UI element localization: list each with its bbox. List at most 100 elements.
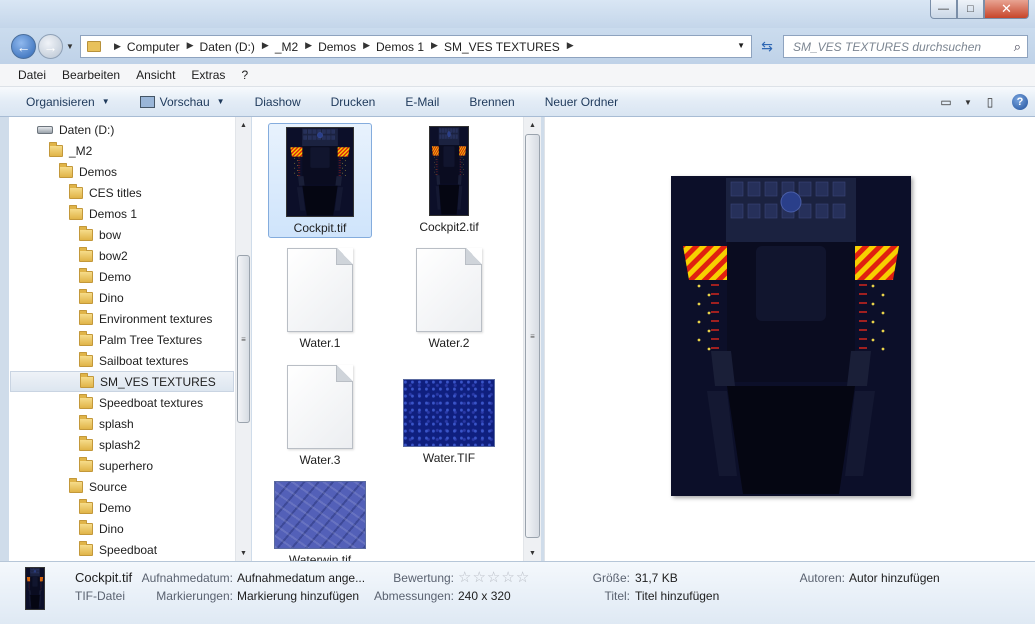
star-icon[interactable]: ☆ [501,568,514,586]
file-item[interactable]: Cockpit2.tif [397,123,501,238]
tree-item[interactable]: Environment textures [79,308,212,329]
star-icon[interactable]: ☆ [458,568,471,586]
view-options-button[interactable]: ▭ [931,95,961,109]
chevron-right-icon[interactable]: ▶ [363,40,370,54]
help-button[interactable]: ? [1005,94,1035,110]
organize-button[interactable]: Organisieren ▼ [26,95,110,109]
address-dropdown[interactable]: ▼ [737,41,745,50]
scroll-up-arrow[interactable]: ▲ [524,117,541,133]
scroll-thumb[interactable]: ≡ [525,134,540,538]
rating-label: Bewertung: [393,571,454,585]
tree-item[interactable]: Demos 1 [69,203,137,224]
tree-item[interactable]: SM_VES TEXTURES [10,371,234,392]
breadcrumb-item[interactable]: Daten (D:) [200,40,255,54]
tree-item[interactable]: Daten (D:) [37,119,114,140]
minimize-button[interactable]: — [930,0,957,19]
burn-button[interactable]: Brennen [469,95,514,109]
scroll-up-arrow[interactable]: ▲ [236,117,251,133]
chevron-right-icon[interactable]: ▶ [262,40,269,54]
tree-item-label: CES titles [89,185,142,200]
tree-item[interactable]: bow2 [79,245,128,266]
close-button[interactable]: ✕ [984,0,1029,19]
star-icon[interactable]: ☆ [487,568,500,586]
tree-item[interactable]: bow [79,224,121,245]
chevron-right-icon[interactable]: ▶ [305,40,312,54]
tree-item[interactable]: Source [69,476,127,497]
slideshow-button[interactable]: Diashow [255,95,301,109]
new-folder-button[interactable]: Neuer Ordner [545,95,618,109]
organize-label: Organisieren [26,94,95,109]
refresh-button[interactable]: ⇆ [754,35,780,58]
maximize-button[interactable]: □ [957,0,984,19]
breadcrumb-item[interactable]: Computer [127,40,180,54]
chevron-right-icon[interactable]: ▶ [187,40,194,54]
tags-label: Markierungen: [156,589,233,603]
tree-item[interactable]: splash2 [79,434,140,455]
folder-icon [79,435,93,451]
file-item[interactable]: Cockpit.tif [268,123,372,238]
menu-item[interactable]: ? [241,68,248,82]
search-input[interactable]: SM_VES TEXTURES durchsuchen ⌕ [783,35,1028,58]
breadcrumb-item[interactable]: Demos [318,40,356,54]
breadcrumb-item[interactable]: Demos 1 [376,40,424,54]
tags-value[interactable]: Markierung hinzufügen [237,589,359,603]
tree-item[interactable]: Speedboat textures [79,392,203,413]
email-button[interactable]: E-Mail [405,95,439,109]
details-thumbnail [25,567,45,610]
file-list-scrollbar[interactable]: ▲ ≡ ▼ [523,117,541,561]
address-row: ← → ▼ ▶ Computer ▶ Daten (D:) ▶ _M2 ▶ Demos ▶ De… [0,28,1035,64]
scroll-thumb[interactable]: ≡ [237,255,250,423]
date-value[interactable]: Aufnahmedatum ange... [237,571,365,585]
folder-icon [79,519,93,535]
file-item[interactable]: Water.2 [397,242,501,357]
file-item[interactable]: Waterwin.tif [268,475,372,561]
tree-item[interactable]: Speedboat [79,539,157,560]
menu-item[interactable]: Extras [191,68,225,82]
breadcrumb-item[interactable]: SM_VES TEXTURES [444,40,560,54]
breadcrumb: ▶ Computer ▶ Daten (D:) ▶ _M2 ▶ Demos ▶ Demos 1 ▶… [107,40,580,54]
tree-item[interactable]: Dino [79,287,124,308]
chevron-right-icon[interactable]: ▶ [431,40,438,54]
chevron-right-icon[interactable]: ▶ [114,41,121,52]
tree-item[interactable]: CES titles [69,182,142,203]
star-icon[interactable]: ☆ [516,568,529,586]
breadcrumb-item[interactable]: _M2 [275,40,298,54]
tree-item[interactable]: splash [79,413,134,434]
folder-icon [79,288,93,304]
tree-item[interactable]: Demo [79,497,131,518]
rating-stars[interactable]: ☆ ☆ ☆ ☆ ☆ [458,568,530,586]
tree-item-label: Demo [99,269,132,284]
scroll-down-arrow[interactable]: ▼ [524,545,541,561]
forward-button[interactable]: → [38,34,63,59]
file-item[interactable]: Water.TIF [397,359,501,474]
preview-button[interactable]: Vorschau ▼ [139,95,225,109]
file-item[interactable]: Water.1 [268,242,372,357]
star-icon[interactable]: ☆ [472,568,485,586]
chevron-right-icon[interactable]: ▶ [567,40,574,54]
file-item[interactable]: Water.3 [268,359,372,474]
preview-image [671,176,911,496]
preview-pane-toggle[interactable]: ▯ [975,95,1005,109]
scroll-down-arrow[interactable]: ▼ [236,545,251,561]
menu-item[interactable]: Ansicht [136,68,175,82]
cockpit-texture [287,128,353,216]
authors-value[interactable]: Autor hinzufügen [849,571,940,585]
tree-item[interactable]: _M2 [49,140,92,161]
recent-pages-dropdown[interactable]: ▼ [66,42,74,51]
menu-item[interactable]: Datei [18,68,46,82]
navigation-scrollbar[interactable]: ▲ ≡ ▼ [235,117,251,561]
back-button[interactable]: ← [11,34,36,59]
tree-item[interactable]: Demo [79,266,131,287]
view-dropdown[interactable]: ▼ [961,98,975,107]
tree-item[interactable]: Dino [79,518,124,539]
tree-item[interactable]: Sailboat textures [79,350,188,371]
address-bar[interactable]: ▶ Computer ▶ Daten (D:) ▶ _M2 ▶ Demos ▶ Demos 1 ▶… [80,35,752,58]
menu-item[interactable]: Bearbeiten [62,68,120,82]
file-name: Water.3 [299,453,341,467]
title-value[interactable]: Titel hinzufügen [635,589,719,603]
tree-item[interactable]: superhero [79,455,153,476]
tree-item[interactable]: Palm Tree Textures [79,329,202,350]
tree-item[interactable]: Demos [59,161,117,182]
print-button[interactable]: Drucken [331,95,376,109]
search-icon[interactable]: ⌕ [1014,39,1021,55]
